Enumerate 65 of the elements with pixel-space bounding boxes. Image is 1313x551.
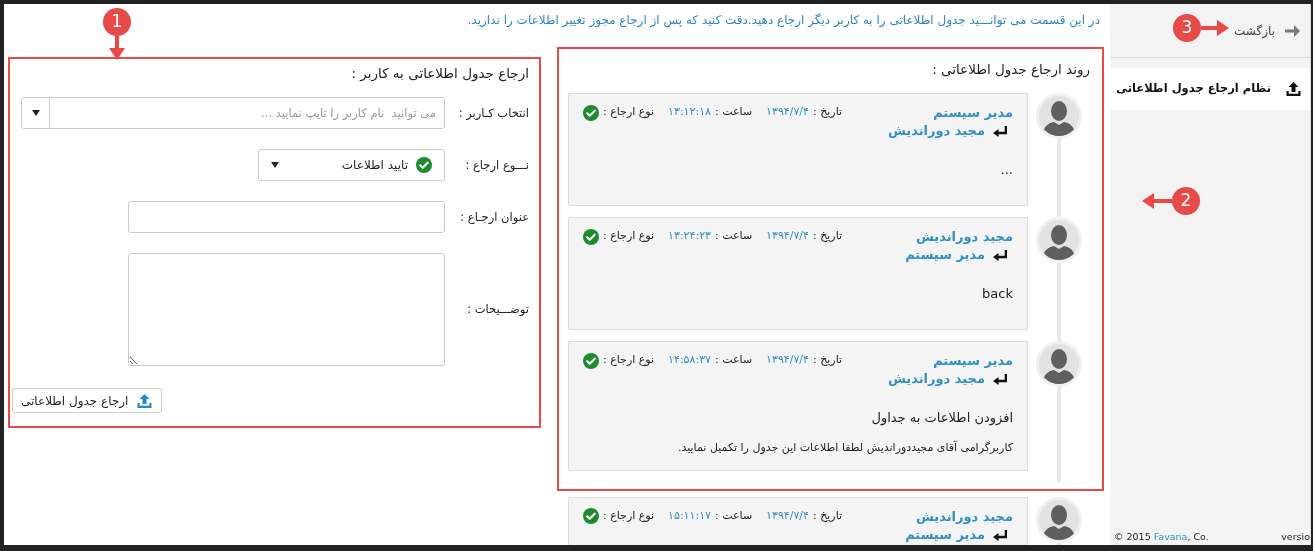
back-link[interactable]: بازگشت: [1234, 21, 1300, 40]
time-label: ساعت :: [714, 104, 753, 121]
sender-name[interactable]: مجید دوراندیش: [905, 228, 1013, 247]
sender-name[interactable]: مدیر سیستم: [887, 104, 1013, 123]
date-label: تاریخ :: [813, 352, 843, 369]
copyright-text: © 2015 Favana, Co.: [1114, 529, 1209, 544]
date-label: تاریخ :: [813, 228, 843, 245]
date-value: ۱۳۹۴/۷/۴: [766, 228, 809, 245]
date-value: ۱۳۹۴/۷/۴: [766, 104, 809, 121]
recipient-name[interactable]: مجید دوراندیش: [887, 122, 985, 141]
time-value: ۱۳:۱۲:۱۸: [668, 104, 711, 121]
upload-icon: [136, 392, 154, 409]
return-arrow-icon: [993, 125, 1007, 137]
check-circle-icon: [583, 508, 599, 525]
message-text: کاربرگرامی آقای مجیددوراندیش لطفا اطلاعات این جدول را تکمیل نمایید.: [676, 439, 1013, 456]
field-label: نـــوع ارجاع :: [464, 156, 529, 174]
return-arrow-icon: [993, 373, 1007, 385]
recipient-name[interactable]: مجید دوراندیش: [887, 370, 985, 389]
field-label: انتخاب کـاربر :: [457, 104, 529, 122]
check-circle-icon: [583, 352, 599, 369]
date-label: تاریخ :: [813, 104, 843, 121]
return-arrow-icon: [993, 529, 1007, 541]
type-label: نوع ارجاع :: [603, 352, 655, 369]
time-value: ۱۴:۵۸:۳۷: [668, 352, 711, 369]
caret-icon: [31, 110, 40, 117]
sender-name[interactable]: مجید دوراندیش: [905, 508, 1013, 526]
callout-arrow: [1201, 20, 1229, 36]
recipient-name[interactable]: مدیر سیستم: [905, 526, 985, 544]
date-value: ۱۳۹۴/۷/۴: [766, 352, 809, 369]
timeline-title: روند ارجاع جدول اطلاعاتی :: [931, 60, 1090, 80]
field-label: عنوان ارجـاع :: [459, 208, 529, 226]
message-text: افزودن اطلاعات به جداول: [870, 409, 1013, 428]
info-text: در این قسمت می توانـــید جدول اطلاعاتی را به کاربر دیگر ارجاع دهید.دقت کنید که پس از ارجاع مجوز تغییر اطلاعات را ندارید.: [467, 13, 1100, 27]
arrow-right-icon: [1285, 23, 1300, 38]
time-label: ساعت :: [714, 508, 753, 524]
check-circle-icon: [416, 157, 432, 174]
callout-arrow: [1142, 193, 1172, 209]
title-input[interactable]: [128, 201, 445, 234]
description-textarea[interactable]: [128, 253, 445, 367]
sender-name[interactable]: مدیر سیستم: [887, 352, 1013, 371]
callout-marker: 1: [103, 8, 131, 36]
check-circle-icon: [583, 104, 599, 121]
caret-icon: [271, 162, 279, 169]
form-title: ارجاع جدول اطلاعاتی به کاربر :: [350, 64, 529, 84]
referral-type-select[interactable]: تایید اطلاعات: [258, 149, 445, 182]
date-value: ۱۳۹۴/۷/۴: [766, 508, 809, 524]
type-label: نوع ارجاع :: [603, 228, 655, 245]
type-label: نوع ارجاع :: [603, 508, 655, 524]
time-label: ساعت :: [714, 228, 753, 245]
upload-icon: [1285, 81, 1302, 97]
check-circle-icon: [583, 228, 599, 245]
submit-referral-button[interactable]: ارجاع جدول اطلاعاتی: [12, 388, 163, 414]
sidebar-item[interactable]: نظام ارجاع جدول اطلاعاتی: [1110, 68, 1310, 110]
return-arrow-icon: [993, 249, 1007, 261]
time-value: ۱۳:۲۴:۲۳: [668, 228, 711, 245]
time-label: ساعت :: [714, 352, 753, 369]
field-label: توضـــیحات :: [466, 301, 529, 319]
version-text: versio: [1281, 529, 1310, 544]
avatar: [1036, 497, 1082, 543]
recipient-name[interactable]: مدیر سیستم: [905, 246, 985, 265]
type-label: نوع ارجاع :: [603, 104, 655, 121]
date-label: تاریخ :: [813, 508, 843, 524]
time-value: ۱۵:۱۱:۱۷: [668, 508, 711, 524]
message-text: ...: [999, 161, 1013, 180]
message-text: back: [981, 285, 1013, 304]
